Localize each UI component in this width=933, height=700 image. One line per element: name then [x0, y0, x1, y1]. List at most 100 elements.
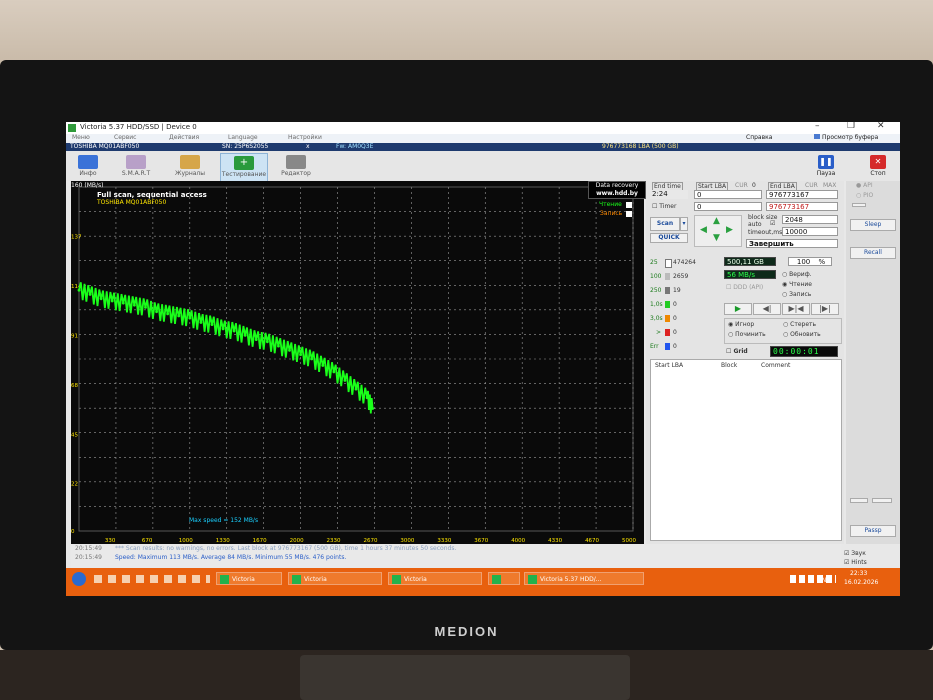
data-point	[254, 338, 258, 342]
passp-button[interactable]: Passp	[850, 525, 896, 537]
nav-up-icon[interactable]: ▲	[713, 216, 720, 226]
y-tick-label: 22	[71, 482, 78, 488]
tab-testing-label: Тестирование	[221, 171, 267, 178]
timeout-input[interactable]: 10000	[782, 227, 838, 236]
radio-refresh[interactable]: ○ Обновить	[783, 331, 821, 338]
radio-pio[interactable]: ○ PIO	[856, 192, 873, 199]
data-recovery-badge[interactable]: Data recovery www.hdd.by	[588, 181, 646, 199]
minimize-button[interactable]: –	[815, 122, 820, 131]
victoria-icon	[392, 575, 401, 584]
nav-right-icon[interactable]: ▶	[726, 225, 733, 235]
column-block[interactable]: Block	[721, 362, 737, 369]
nav-left-icon[interactable]: ◀	[700, 225, 707, 235]
radio-write[interactable]: ○ Запись	[782, 291, 811, 298]
menu-settings[interactable]: Настройки	[288, 134, 322, 141]
clock-date[interactable]: 16.02.2026	[844, 579, 878, 586]
log-time: 20:15:49	[75, 554, 102, 561]
speed-graph[interactable]: 160 (MB/s) 137 114 91 68 45 22 0 330 670 1000 1330 1…	[71, 181, 646, 544]
quick-button[interactable]: QUICK	[650, 233, 688, 243]
grid-checkbox[interactable]: ☐ Grid	[726, 348, 748, 355]
rewind-icon[interactable]: ◀|	[753, 303, 781, 315]
extra-button-right[interactable]	[872, 498, 892, 503]
keyboard-language[interactable]: ENG	[818, 577, 831, 584]
data-point	[243, 333, 247, 337]
read-legend[interactable]: Чтение	[599, 201, 632, 208]
write-legend[interactable]: Запись	[600, 210, 633, 217]
hints-checkbox[interactable]: ☑ Hints	[844, 559, 867, 566]
tab-logs-label: Журналы	[175, 170, 205, 177]
data-point	[221, 327, 225, 331]
drive-close[interactable]: x	[306, 143, 310, 150]
radio-verify-label: Вериф.	[789, 271, 812, 278]
column-comment[interactable]: Comment	[761, 362, 790, 369]
radio-read[interactable]: ◉ Чтение	[782, 281, 812, 288]
quick-launch-icons[interactable]	[94, 575, 210, 583]
tab-smart-label: S.M.A.R.T	[121, 170, 151, 177]
auto-checkbox-icon[interactable]: ☑	[770, 220, 775, 227]
radio-ignore[interactable]: ◉ Игнор	[728, 321, 754, 328]
tab-editor[interactable]: Редактор	[276, 153, 316, 180]
taskbar-app-label: Victoria	[304, 576, 327, 583]
timeout-label: timeout,ms	[748, 229, 783, 236]
column-start-lba[interactable]: Start LBA	[655, 362, 683, 369]
radio-api[interactable]: ● API	[856, 182, 873, 189]
counter-swatch	[665, 315, 670, 322]
clock-time[interactable]: 22:33	[850, 570, 867, 577]
taskbar-app-1[interactable]: Victoria	[216, 572, 282, 585]
radio-erase[interactable]: ○ Стереть	[783, 321, 816, 328]
sleep-button[interactable]: Sleep	[850, 219, 896, 231]
nav-down-icon[interactable]: ▼	[713, 233, 720, 243]
scan-dropdown[interactable]: ▾	[680, 217, 688, 231]
taskbar-app-3[interactable]: Victoria	[388, 572, 482, 585]
menu-service[interactable]: Сервис	[114, 134, 136, 141]
sound-checkbox[interactable]: ☑ Звук	[844, 550, 866, 557]
maximize-button[interactable]: ❐	[847, 122, 855, 131]
app-icon	[68, 124, 76, 132]
radio-api-label: API	[863, 182, 873, 189]
y-axis-label: 160 (MB/s)	[71, 182, 103, 189]
close-button[interactable]: ✕	[877, 122, 885, 131]
scan-button[interactable]: Scan	[650, 217, 680, 231]
pause-button[interactable]: ❚❚ Пауза	[808, 153, 844, 180]
menu-buffer-view[interactable]: Просмотр буфера	[814, 134, 878, 141]
tab-smart[interactable]: S.M.A.R.T	[116, 153, 156, 180]
extra-button-left[interactable]	[850, 498, 868, 503]
defects-table[interactable]: Start LBA Block Comment	[650, 359, 842, 541]
taskbar-app-group[interactable]	[488, 572, 520, 585]
tab-logs[interactable]: Журналы	[170, 153, 210, 180]
timer-checkbox[interactable]: ☐ Timer	[652, 203, 676, 210]
radio-repair[interactable]: ○ Починить	[728, 331, 766, 338]
start-button[interactable]	[72, 572, 86, 586]
log-panel[interactable]: 20:15:49 *** Scan results: no warnings, …	[71, 544, 841, 568]
menu-actions[interactable]: Действия	[169, 134, 199, 141]
data-point	[199, 321, 203, 324]
taskbar-app-2[interactable]: Victoria	[288, 572, 382, 585]
ddd-api-checkbox[interactable]: ☐ DDD (API)	[726, 284, 763, 291]
timer-input[interactable]: 0	[694, 202, 762, 211]
radio-verify[interactable]: ○ Вериф.	[782, 271, 812, 278]
action-group: ◉ Игнор ○ Стереть ○ Починить ○ Обновить	[724, 318, 842, 344]
menu-main[interactable]: Меню	[72, 134, 90, 141]
menu-help[interactable]: Справка	[746, 134, 772, 141]
test-icon: +	[234, 156, 254, 170]
end-icon[interactable]: |▶|	[811, 303, 839, 315]
tab-info[interactable]: Инфо	[68, 153, 108, 180]
end-lba-input[interactable]: 976773167	[766, 190, 838, 199]
chevron-down-icon: ▾	[682, 220, 686, 227]
finish-select[interactable]: Завершить	[746, 239, 838, 248]
stop-button[interactable]: ✕ Стоп	[860, 153, 896, 180]
log-time: 20:15:49	[75, 545, 102, 552]
tab-testing[interactable]: + Тестирование	[220, 153, 268, 182]
play-icon[interactable]: ▶	[724, 303, 752, 315]
taskbar-app-4[interactable]: Victoria 5.37 HDD/...	[524, 572, 644, 585]
start-lba-input[interactable]: 0	[694, 190, 762, 199]
step-icon[interactable]: ▶|◀	[782, 303, 810, 315]
counter-swatch	[665, 259, 672, 268]
drive-model[interactable]: TOSHIBA MQ01ABF050	[70, 143, 139, 150]
recall-button[interactable]: Recall	[850, 247, 896, 259]
menu-language[interactable]: Language	[228, 134, 258, 141]
victoria-icon	[492, 575, 501, 584]
navigation-pad[interactable]: ▲ ▼ ◀ ▶	[694, 215, 742, 247]
block-size-input[interactable]: 2048	[782, 215, 838, 224]
progress-percent-sign: %	[818, 258, 826, 266]
